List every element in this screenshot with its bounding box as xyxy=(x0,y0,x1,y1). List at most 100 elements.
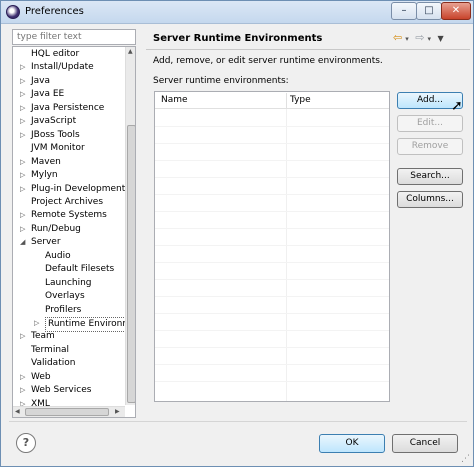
expand-icon[interactable]: ▷ xyxy=(20,371,25,384)
table-row-line xyxy=(155,194,389,195)
tree-item[interactable]: ▷ Maven xyxy=(13,156,125,169)
preference-tree: HQL editor ▷ Install/Update ▷ Java ▷ Java EE ▷ J… xyxy=(12,46,136,418)
expand-icon[interactable]: ▷ xyxy=(34,317,39,330)
table-header: Name Type xyxy=(155,92,389,109)
tree-item[interactable]: ▷ Install/Update xyxy=(13,61,125,74)
edit-button[interactable]: Edit... xyxy=(397,115,463,132)
tree-item[interactable]: Profilers xyxy=(13,304,125,317)
expand-icon[interactable]: ▷ xyxy=(20,209,25,222)
tree-item-label: Remote Systems xyxy=(31,210,107,221)
tree-item[interactable]: Overlays xyxy=(13,290,125,303)
ok-button[interactable]: OK xyxy=(319,434,385,453)
resize-grip-icon[interactable]: ⋰ xyxy=(461,454,470,464)
tree-item[interactable]: ▷ Remote Systems xyxy=(13,209,125,222)
cancel-button[interactable]: Cancel xyxy=(392,434,458,453)
maximize-button[interactable]: □ xyxy=(416,2,442,20)
back-dropdown-icon[interactable]: ▾ xyxy=(405,35,409,43)
tree-vertical-scrollbar[interactable]: ▲ xyxy=(125,47,135,405)
tree-item[interactable]: ▷ JBoss Tools xyxy=(13,129,125,142)
expand-icon[interactable]: ▷ xyxy=(20,75,25,88)
expand-icon[interactable]: ▷ xyxy=(20,129,25,142)
tree-item-label: Maven xyxy=(31,156,61,167)
table-row-line xyxy=(155,262,389,263)
expand-icon[interactable]: ▷ xyxy=(20,61,25,74)
tree-hscroll-thumb[interactable] xyxy=(25,408,109,416)
forward-dropdown-icon[interactable]: ▾ xyxy=(427,35,431,43)
tree-item[interactable]: HQL editor xyxy=(13,48,125,61)
tree-item-label: Audio xyxy=(45,250,71,261)
table-row-line xyxy=(155,245,389,246)
tree-item-label: JVM Monitor xyxy=(31,143,85,154)
close-button[interactable]: ✕ xyxy=(441,2,471,20)
tree-item[interactable]: Project Archives xyxy=(13,196,125,209)
page-title: Server Runtime Environments xyxy=(153,33,323,44)
eclipse-icon xyxy=(6,5,20,19)
column-divider[interactable] xyxy=(286,93,287,108)
tree-item[interactable]: ▷ JavaScript xyxy=(13,115,125,128)
tree-item[interactable]: Terminal xyxy=(13,344,125,357)
search-button[interactable]: Search... xyxy=(397,168,463,185)
expand-icon[interactable]: ▷ xyxy=(20,223,25,236)
filter-input[interactable] xyxy=(12,29,136,45)
expand-icon[interactable]: ▷ xyxy=(20,102,25,115)
tree-item[interactable]: ▷ Plug-in Development xyxy=(13,183,125,196)
expand-icon[interactable]: ▷ xyxy=(20,330,25,343)
tree-item[interactable]: Launching xyxy=(13,277,125,290)
header-separator xyxy=(146,49,470,50)
help-icon[interactable]: ? xyxy=(16,433,36,453)
tree-item[interactable]: ▷ Run/Debug xyxy=(13,223,125,236)
tree-item[interactable]: ▷ Team xyxy=(13,330,125,343)
scroll-up-icon[interactable]: ▲ xyxy=(128,48,133,55)
scroll-right-icon[interactable]: ▶ xyxy=(115,408,120,415)
tree-item-label: Overlays xyxy=(45,291,85,302)
expand-icon[interactable]: ▷ xyxy=(20,169,25,182)
table-row-line xyxy=(155,211,389,212)
tree-item-label: Profilers xyxy=(45,304,82,315)
tree-item-label: Terminal xyxy=(31,344,70,355)
tree-item[interactable]: ▷ Web xyxy=(13,371,125,384)
tree-item[interactable]: JVM Monitor xyxy=(13,142,125,155)
tree-item-label: HQL editor xyxy=(31,49,80,59)
back-arrow-icon[interactable]: ⇦ xyxy=(393,31,402,44)
tree-item[interactable]: ◢ Server xyxy=(13,236,125,249)
expand-icon[interactable]: ▷ xyxy=(20,384,25,397)
tree-item[interactable]: Audio xyxy=(13,250,125,263)
tree-item[interactable]: ▷ Java Persistence xyxy=(13,102,125,115)
tree-item[interactable]: ▷ Java xyxy=(13,75,125,88)
tree-item[interactable]: ▷ Runtime Environme xyxy=(13,317,135,332)
tree-item[interactable]: ▷ Web Services xyxy=(13,384,125,397)
column-header-name[interactable]: Name xyxy=(161,95,188,105)
window-title: Preferences xyxy=(25,6,84,17)
runtime-table[interactable]: Name Type xyxy=(154,91,390,402)
expand-icon[interactable]: ▷ xyxy=(20,156,25,169)
tree-horizontal-scrollbar[interactable]: ◀ ▶ xyxy=(13,406,125,417)
tree-item-label: Java xyxy=(31,75,51,86)
tree-item[interactable]: ▷ Mylyn xyxy=(13,169,125,182)
column-header-type[interactable]: Type xyxy=(290,95,311,105)
expand-icon[interactable]: ▷ xyxy=(20,88,25,101)
tree-scroll-thumb[interactable] xyxy=(127,125,135,403)
tree-item-label: JBoss Tools xyxy=(31,129,80,140)
remove-button[interactable]: Remove xyxy=(397,138,463,155)
tree-item-label: Default Filesets xyxy=(45,264,115,275)
expand-icon[interactable]: ▷ xyxy=(20,183,25,196)
tree-item[interactable]: ▷ Java EE xyxy=(13,88,125,101)
tree-item-label: Team xyxy=(31,331,55,342)
table-row-line xyxy=(155,296,389,297)
columns-button[interactable]: Columns... xyxy=(397,191,463,208)
tree-item[interactable]: Default Filesets xyxy=(13,263,125,276)
table-row-line xyxy=(155,126,389,127)
forward-arrow-icon[interactable]: ⇨ xyxy=(415,31,424,44)
expand-icon[interactable]: ▷ xyxy=(20,115,25,128)
tree-item-label: Launching xyxy=(45,277,92,288)
collapse-icon[interactable]: ◢ xyxy=(20,236,25,249)
tree-item-label: Install/Update xyxy=(31,62,94,73)
footer-separator xyxy=(9,421,467,422)
view-menu-icon[interactable]: ▼ xyxy=(437,34,443,43)
tree-item-label: Java EE xyxy=(31,89,65,100)
minimize-button[interactable]: – xyxy=(391,2,417,20)
table-row-line xyxy=(155,160,389,161)
scroll-left-icon[interactable]: ◀ xyxy=(15,408,20,415)
tree-item[interactable]: Validation xyxy=(13,357,125,370)
tree-item-label: Server xyxy=(31,237,61,248)
